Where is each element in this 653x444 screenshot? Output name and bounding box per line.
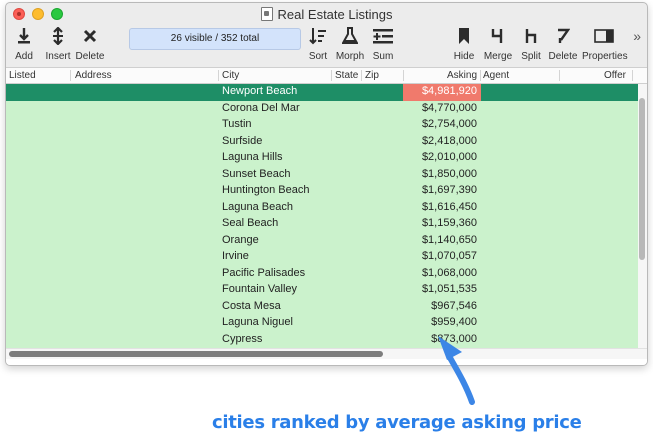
annotation-arrow-icon xyxy=(438,336,475,405)
annotation-caption: cities ranked by average asking price xyxy=(212,412,582,433)
